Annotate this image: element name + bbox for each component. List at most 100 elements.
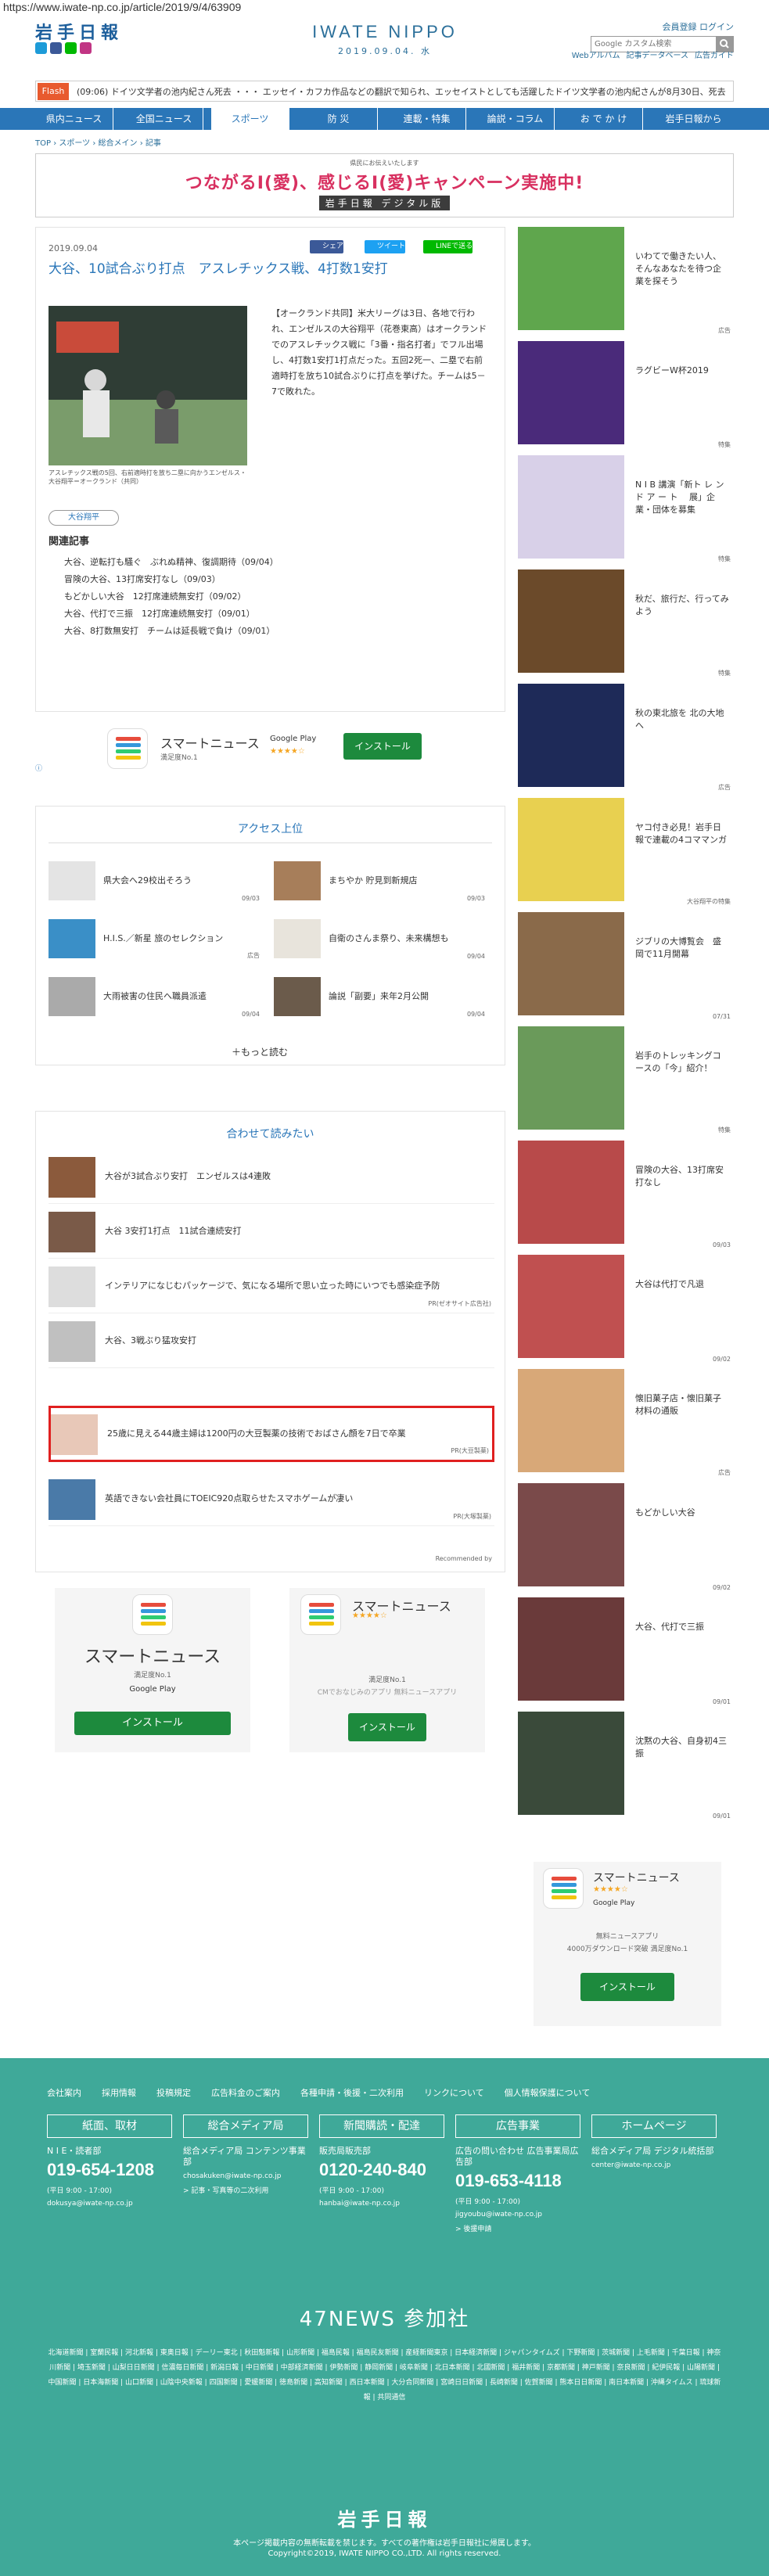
- flash-news[interactable]: Flash (09:06) ドイツ文学者の池内紀さん死去 ・・・ エッセイ・カフ…: [35, 81, 734, 102]
- smartnews-title: スマートニュース: [160, 736, 260, 751]
- recommend-text: インテリアになじむパッケージで、気になる場所で思い立った時にいつでも感染症予防: [105, 1281, 440, 1291]
- article-photo[interactable]: [49, 306, 247, 465]
- related-item[interactable]: 冒険の大谷、13打席安打なし（09/03）: [49, 571, 494, 588]
- footer-link[interactable]: 会社案内: [47, 2088, 81, 2098]
- ranking-item[interactable]: 県大会へ29校出そろう 09/03: [49, 861, 260, 904]
- flash-text[interactable]: (09:06) ドイツ文学者の池内紀さん死去 ・・・ エッセイ・カフカ作品などの…: [77, 85, 726, 98]
- more-link[interactable]: ＋もっと読む: [232, 1045, 288, 1058]
- sublink-database[interactable]: 記事データベース: [627, 52, 689, 60]
- sublink-album[interactable]: Webアルバム: [572, 52, 620, 60]
- nav-national[interactable]: 全国ニュース: [125, 108, 203, 130]
- thumbnail: [518, 1483, 624, 1586]
- ranking-item[interactable]: まちやか 貯見到新規店 09/03: [274, 861, 485, 904]
- campaign-banner[interactable]: 県民にお伝えいたします つながるI(愛)、感じるI(愛)キャンペーン実施中! 岩…: [35, 153, 734, 217]
- footer-mail[interactable]: jigyoubu@iwate-np.co.jp: [455, 2211, 580, 2219]
- smartnews-ad-left[interactable]: スマートニュース 満足度No.1 Google Play インストール: [55, 1588, 250, 1752]
- sidebar-item[interactable]: 沈黙の大谷、自身初4三振 09/01: [518, 1712, 734, 1821]
- recommend-item[interactable]: インテリアになじむパッケージで、気になる場所で思い立った時にいつでも感染症予防 P…: [49, 1260, 494, 1313]
- login-links[interactable]: 会員登録 ログイン: [663, 20, 735, 33]
- nav-from-nippo[interactable]: 岩手日報から: [653, 108, 734, 130]
- footer-link[interactable]: 個人情報保護について: [505, 2088, 591, 2098]
- share-line-button[interactable]: LINEで送る: [423, 240, 473, 253]
- nav-series[interactable]: 連載・特集: [388, 108, 466, 130]
- sidebar-item[interactable]: ヤコ付き必見！岩手日報で連載の4コママンガ 大谷翔平の特集: [518, 798, 734, 907]
- related-item[interactable]: 大谷、逆転打も騒ぐ ぶれぬ精神、復調期待（09/04）: [49, 554, 494, 571]
- share-facebook-button[interactable]: シェア: [310, 240, 344, 253]
- ad-info-icon[interactable]: ⓘ: [35, 763, 42, 773]
- install-button[interactable]: インストール: [74, 1712, 231, 1735]
- footer-phone[interactable]: 0120-240-840: [319, 2160, 444, 2180]
- install-button[interactable]: インストール: [343, 733, 422, 760]
- footer-phone[interactable]: 019-654-1208: [47, 2160, 172, 2180]
- related-item[interactable]: 大谷、代打で三振 12打席連続無安打（09/01）: [49, 605, 494, 623]
- line-icon[interactable]: [65, 42, 77, 54]
- sidebar-item[interactable]: いわてで働きたい人、そんなあなたを待つ企業を探そう 広告: [518, 227, 734, 336]
- sidebar-item[interactable]: N I B 講演「新ト レ ン ド ア ー ト 展」企業・団体を募集 特集: [518, 455, 734, 565]
- nav-local[interactable]: 県内ニュース: [35, 108, 113, 130]
- sidebar-item[interactable]: 岩手のトレッキングコースの「今」紹介！ 特集: [518, 1026, 734, 1136]
- sidebar-text: ヤコ付き必見！岩手日報で連載の4コママンガ: [635, 822, 727, 845]
- ranking-item[interactable]: H.I.S.／新星 旅のセレクション 広告: [49, 919, 260, 961]
- smartnews-ad[interactable]: スマートニュース 満足度No.1 Google Play ★★★★☆ インストー…: [35, 722, 505, 773]
- sublink-adguide[interactable]: 広告ガイド: [695, 52, 734, 60]
- recommend-item-highlighted[interactable]: 25歳に見える44歳主婦は1200円の大豆製薬の技術でおばさん顔を7日で卒業 PR…: [49, 1406, 494, 1462]
- recommend-item[interactable]: 英語できない会社員にTOEIC920点取らせたスマホゲームが凄い PR(大塚製薬): [49, 1473, 494, 1526]
- footer-link[interactable]: 各種申請・後援・二次利用: [300, 2088, 404, 2098]
- sidebar-item[interactable]: 大谷は代打で凡退 09/02: [518, 1255, 734, 1364]
- ranking-item[interactable]: 論説「副要」来年2月公開 09/04: [274, 977, 485, 1019]
- nav-column[interactable]: 論説・コラム: [476, 108, 555, 130]
- sidebar-item[interactable]: 秋だ、旅行だ、行ってみよう 特集: [518, 569, 734, 679]
- footer-logo[interactable]: 岩手日報: [0, 2504, 769, 2531]
- instagram-icon[interactable]: [80, 42, 92, 54]
- article-body: 【オークランド共同】米大リーグは3日、各地で行われ、エンゼルスの大谷翔平（花巻東…: [271, 308, 487, 397]
- footer-mail[interactable]: chosakuken@iwate-np.co.jp: [183, 2172, 308, 2180]
- related-item[interactable]: 大谷、8打数無安打 チームは延長戦で負け（09/01）: [49, 623, 494, 640]
- twitter-icon[interactable]: [35, 42, 47, 54]
- footer-link[interactable]: 広告料金のご案内: [211, 2088, 280, 2098]
- ranking-item[interactable]: 大雨被害の住民へ職員派遣 09/04: [49, 977, 260, 1019]
- site-logo[interactable]: 岩手日報: [35, 19, 123, 44]
- install-button[interactable]: インストール: [580, 1973, 674, 2001]
- sidebar-item[interactable]: 懐旧菓子店・懐旧菓子材料の通販 広告: [518, 1369, 734, 1478]
- sidebar-item[interactable]: 冒険の大谷、13打席安打なし 09/03: [518, 1141, 734, 1250]
- footer-mail[interactable]: center@iwate-np.co.jp: [591, 2161, 717, 2169]
- nav-outing[interactable]: お で か け: [565, 108, 643, 130]
- recommend-item[interactable]: 大谷が3試合ぶり安打 エンゼルスは4連敗: [49, 1151, 494, 1204]
- recommend-pr: PR(大塚製薬): [453, 1513, 491, 1520]
- recommend-item[interactable]: 大谷、3戦ぶり猛攻安打: [49, 1315, 494, 1368]
- footer-link[interactable]: 投稿規定: [156, 2088, 191, 2098]
- related-item[interactable]: もどかしい大谷 12打席連続無安打（09/02）: [49, 588, 494, 605]
- footer-link[interactable]: 採用情報: [102, 2088, 136, 2098]
- nav-sports[interactable]: スポーツ: [211, 108, 289, 130]
- footer-mail[interactable]: hanbai@iwate-np.co.jp: [319, 2200, 444, 2208]
- smartnews-side-ad[interactable]: スマートニュース ★★★★☆ Google Play 無料ニュースアプリ 400…: [534, 1862, 721, 2026]
- article-date: 2019.09.04: [49, 243, 98, 253]
- sidebar-item[interactable]: もどかしい大谷 09/02: [518, 1483, 734, 1593]
- footer-phone[interactable]: 019-653-4118: [455, 2171, 580, 2191]
- tag-button[interactable]: 大谷翔平: [49, 510, 119, 526]
- footer-extra-link[interactable]: > 後援申請: [455, 2223, 580, 2233]
- breadcrumb[interactable]: TOP › スポーツ › 総合メイン › 記事: [35, 136, 161, 148]
- sidebar-item[interactable]: 秋の東北旅を 北の大地へ 広告: [518, 684, 734, 793]
- ranking-item[interactable]: 自衛のさんま祭り、未来構想も 09/04: [274, 919, 485, 961]
- footer-col: 広告事業 広告の問い合わせ 広告事業局広告部 019-653-4118 (平日 9:0…: [455, 2114, 580, 2233]
- footer-col-sub: N I E・読者部: [47, 2146, 102, 2156]
- facebook-icon[interactable]: [50, 42, 62, 54]
- sidebar-date: 09/01: [712, 1698, 731, 1705]
- footer-mail[interactable]: dokusya@iwate-np.co.jp: [47, 2200, 172, 2208]
- news47-members[interactable]: 北海道新聞 | 室蘭民報 | 河北新報 | 東奥日報 | デーリー東北 | 秋田…: [47, 2346, 722, 2405]
- rating-stars: ★★★★☆: [593, 1885, 628, 1894]
- recommend-item[interactable]: 大谷 3安打1打点 11試合連続安打: [49, 1205, 494, 1259]
- nav-disaster[interactable]: 防 災: [300, 108, 378, 130]
- sidebar-item[interactable]: ジブリの大博覧会 盛岡で11月開幕 07/31: [518, 912, 734, 1022]
- install-button[interactable]: インストール: [348, 1713, 426, 1741]
- smartnews-ad-right[interactable]: スマートニュース ★★★★☆ 満足度No.1 CMでおなじみのアプリ 無料ニュー…: [289, 1588, 485, 1752]
- url-bar: https://www.iwate-np.co.jp/article/2019/…: [3, 1, 242, 13]
- share-twitter-button[interactable]: ツイート: [365, 240, 406, 253]
- ranking-text: 県大会へ29校出そろう: [103, 875, 192, 886]
- footer-extra-link[interactable]: > 記事・写真等の二次利用: [183, 2185, 308, 2195]
- sidebar-item[interactable]: ラグビーW杯2019 特集: [518, 341, 734, 451]
- sidebar-date: 09/02: [712, 1584, 731, 1591]
- footer-link[interactable]: リンクについて: [424, 2088, 484, 2098]
- sidebar-item[interactable]: 大谷、代打で三振 09/01: [518, 1597, 734, 1707]
